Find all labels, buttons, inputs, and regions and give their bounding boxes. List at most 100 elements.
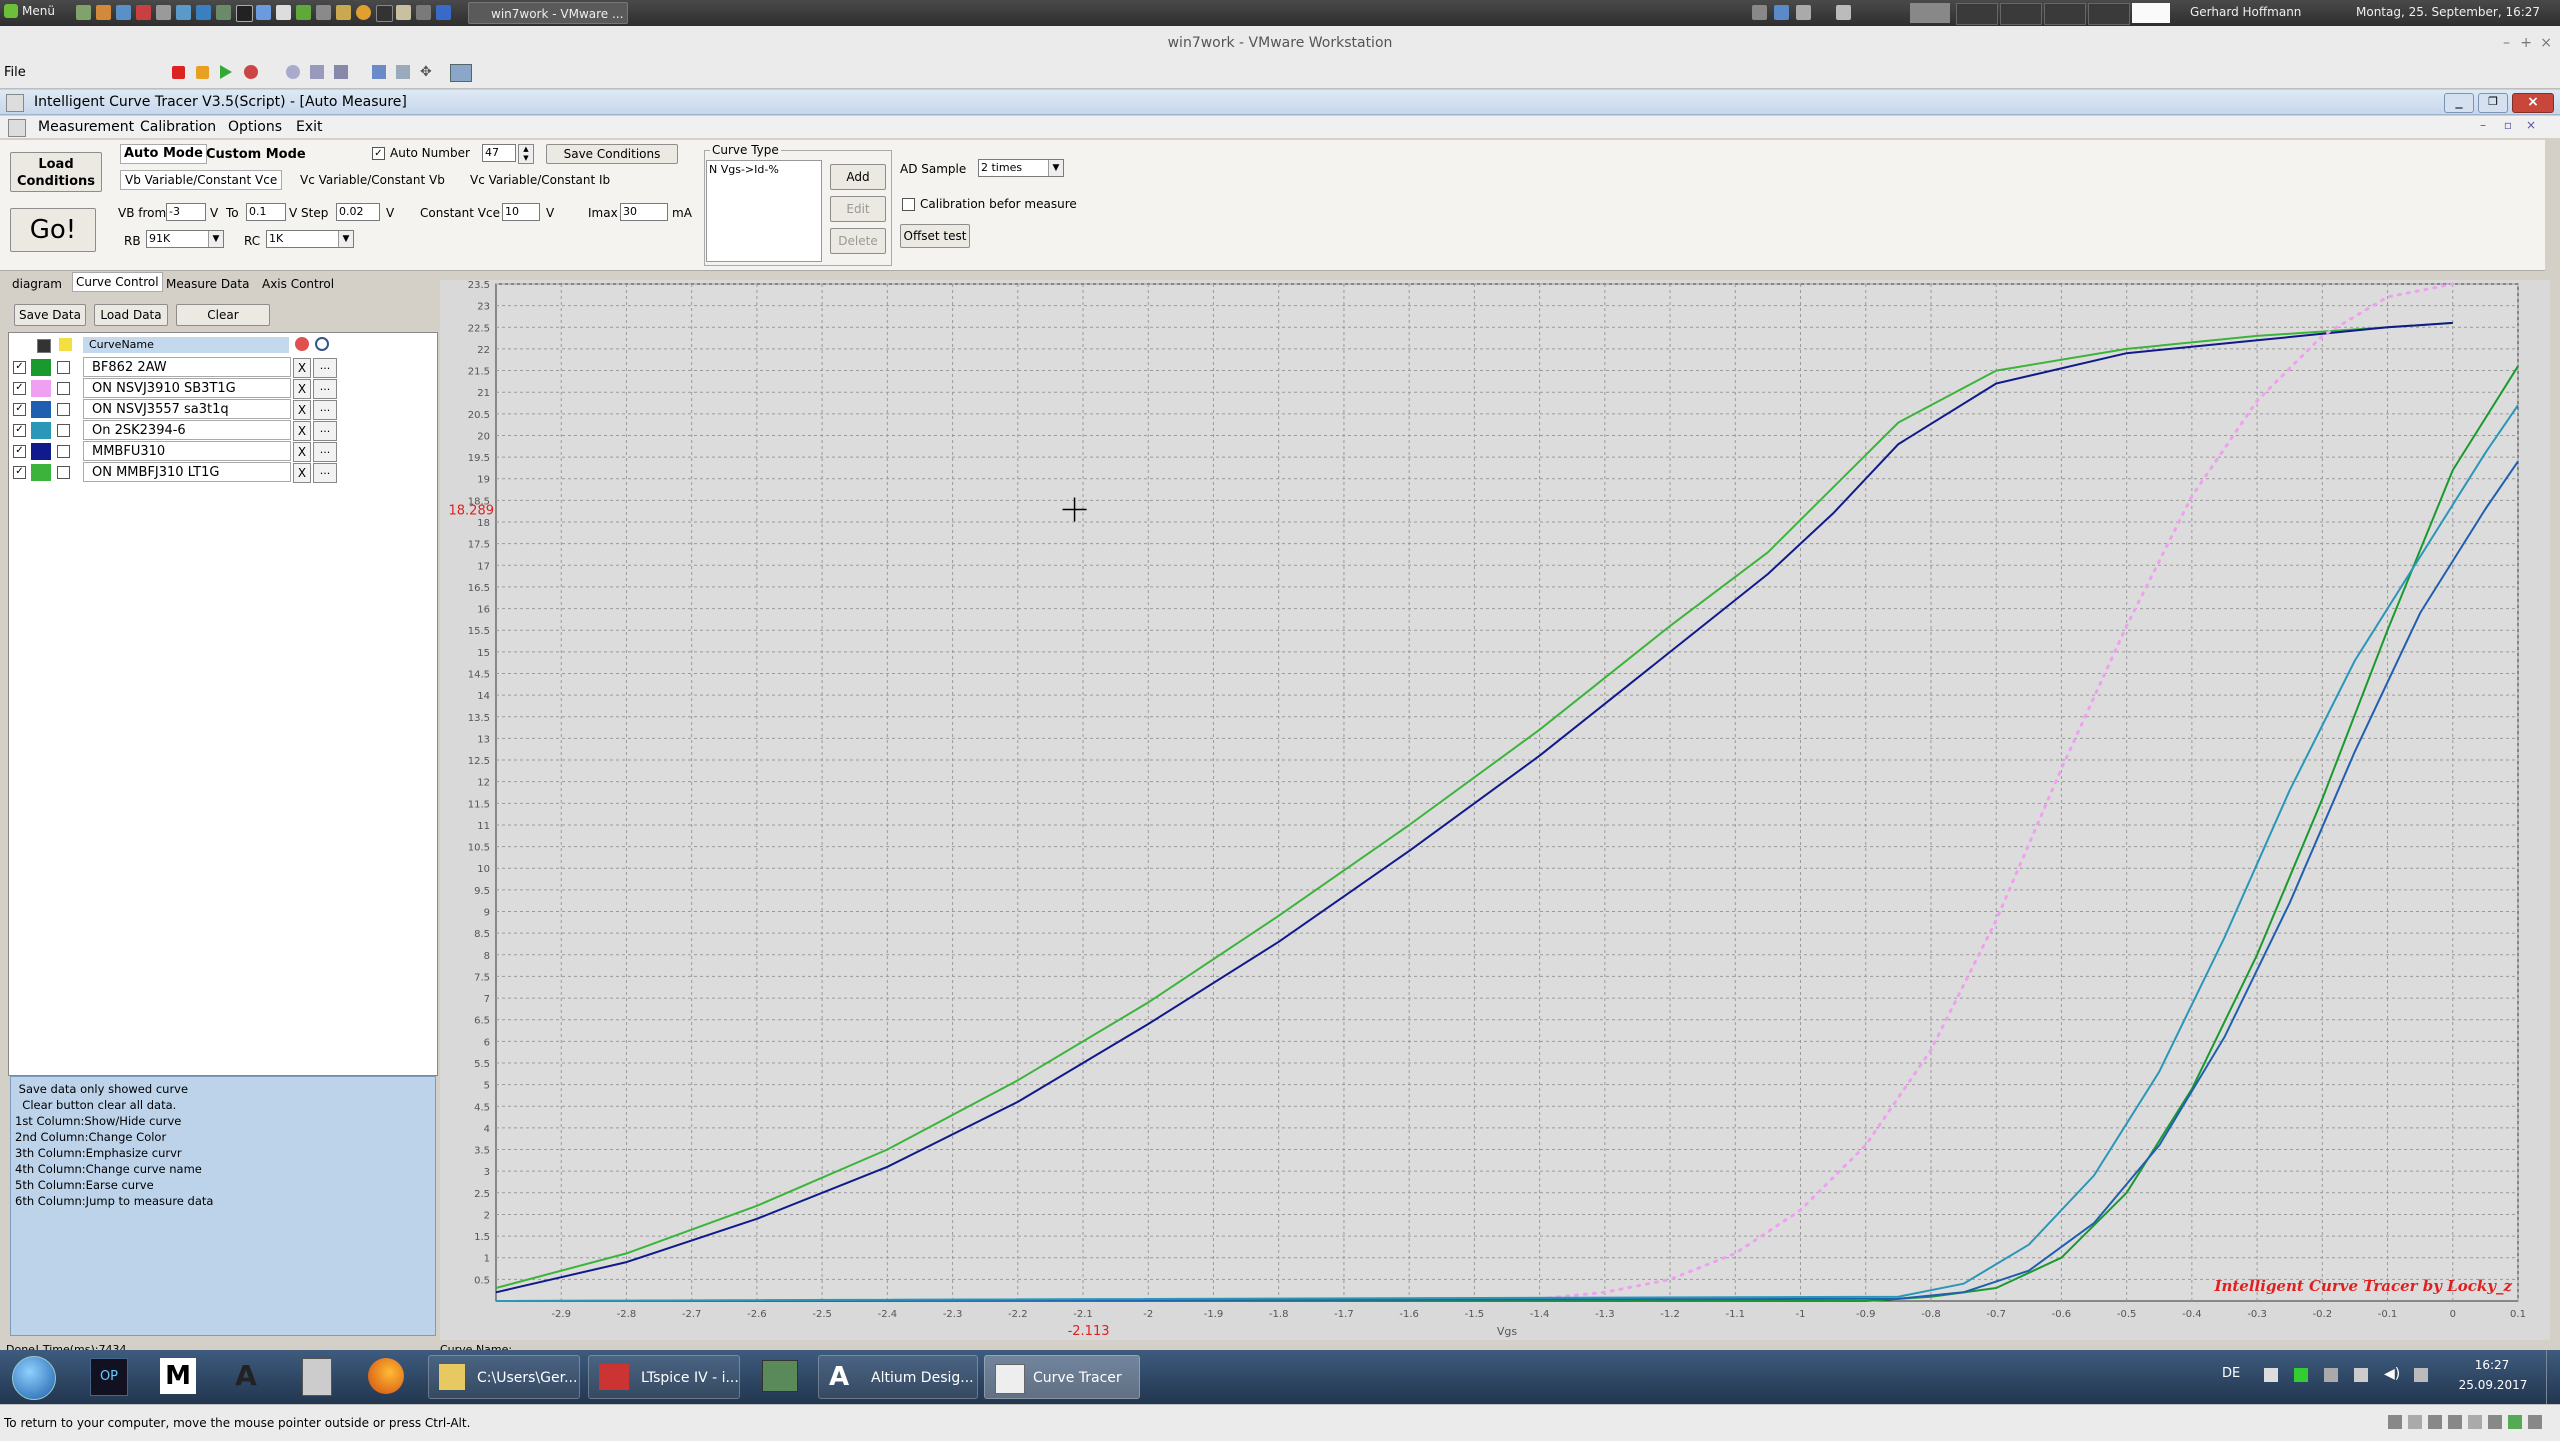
- device-icon[interactable]: [2508, 1415, 2522, 1429]
- suspend-icon[interactable]: [196, 66, 209, 79]
- curve-row[interactable]: ✓ BF862 2AW X...: [9, 357, 339, 378]
- tray-icon[interactable]: [2294, 1368, 2308, 1382]
- fullscreen-icon[interactable]: ✥: [420, 64, 432, 80]
- calibration-checkbox[interactable]: [902, 198, 915, 211]
- curve-chart[interactable]: -2.9 -2.8 -2.7 -2.6 -2.5 -2.4 -2.3 -2.2 -2.1 -2 -1…: [440, 280, 2550, 1340]
- device-icon[interactable]: [2388, 1415, 2402, 1429]
- device-icon[interactable]: [2408, 1415, 2422, 1429]
- erase-curve-button[interactable]: X: [293, 442, 311, 462]
- jump-to-data-button[interactable]: ...: [313, 379, 337, 399]
- close-icon[interactable]: ×: [2540, 26, 2552, 60]
- go-button[interactable]: Go!: [10, 208, 96, 252]
- network-icon[interactable]: [2354, 1368, 2368, 1382]
- tab-curve-control[interactable]: Curve Control: [72, 272, 163, 292]
- app-launcher-icon[interactable]: [176, 5, 191, 20]
- maximize-icon[interactable]: +: [2520, 26, 2532, 60]
- m-app-icon[interactable]: M: [160, 1358, 196, 1394]
- menu-measurement[interactable]: Measurement: [38, 116, 134, 138]
- show-desktop-button[interactable]: [2546, 1350, 2559, 1404]
- mdi-restore-icon[interactable]: ▫: [2504, 114, 2512, 136]
- app-launcher-icon[interactable]: [256, 5, 271, 20]
- app-launcher-icon[interactable]: [216, 5, 231, 20]
- tab-vc-variable-ib[interactable]: Vc Variable/Constant Ib: [470, 171, 610, 189]
- load-conditions-button[interactable]: Load Conditions: [10, 152, 102, 192]
- clock[interactable]: Montag, 25. September, 16:27: [2356, 5, 2540, 19]
- show-curve-checkbox[interactable]: ✓: [13, 403, 26, 416]
- curve-name[interactable]: BF862 2AW: [83, 357, 291, 377]
- app-launcher-icon[interactable]: [156, 5, 171, 20]
- play-icon[interactable]: [220, 65, 232, 79]
- tab-vc-variable-vb[interactable]: Vc Variable/Constant Vb: [300, 171, 445, 189]
- emphasize-checkbox[interactable]: [57, 424, 70, 437]
- jump-to-data-button[interactable]: ...: [313, 442, 337, 462]
- task-curve-tracer[interactable]: Curve Tracer: [984, 1355, 1140, 1399]
- workspace-1[interactable]: [1910, 3, 1950, 23]
- jump-to-data-button[interactable]: ...: [313, 358, 337, 378]
- app-launcher-icon[interactable]: [416, 5, 431, 20]
- device-icon[interactable]: [2448, 1415, 2462, 1429]
- app-launcher-icon[interactable]: [116, 5, 131, 20]
- app-launcher-icon[interactable]: [336, 5, 351, 20]
- erase-curve-button[interactable]: X: [293, 379, 311, 399]
- firefox-icon[interactable]: [368, 1358, 404, 1394]
- library-icon[interactable]: [372, 65, 386, 79]
- taskbar-time[interactable]: 16:27: [2462, 1358, 2522, 1372]
- workspace-4[interactable]: [2044, 3, 2086, 25]
- curve-row[interactable]: ✓ ON NSVJ3910 SB3T1G X...: [9, 378, 339, 399]
- vm-task-button[interactable]: win7work - VMware ...: [468, 2, 628, 24]
- auto-number-checkbox[interactable]: ✓: [372, 147, 385, 160]
- snapshot-manager-icon[interactable]: [334, 65, 348, 79]
- show-curve-checkbox[interactable]: ✓: [13, 361, 26, 374]
- flag-icon[interactable]: [2264, 1368, 2278, 1382]
- reset-icon[interactable]: [244, 65, 258, 79]
- menu-calibration[interactable]: Calibration: [140, 116, 216, 138]
- tray-icon[interactable]: [2414, 1368, 2428, 1382]
- clear-button[interactable]: Clear: [176, 304, 270, 326]
- auto-number-input[interactable]: 47: [482, 144, 516, 162]
- device-icon[interactable]: [2528, 1415, 2542, 1429]
- jump-to-data-button[interactable]: ...: [313, 400, 337, 420]
- step-input[interactable]: 0.02: [336, 203, 380, 221]
- curve-name[interactable]: ON MMBFJ310 LT1G: [83, 462, 291, 482]
- menu-options[interactable]: Options: [228, 116, 282, 138]
- bluetooth-icon[interactable]: [436, 5, 451, 20]
- device-icon[interactable]: [2468, 1415, 2482, 1429]
- show-curve-checkbox[interactable]: ✓: [13, 382, 26, 395]
- app-close-button[interactable]: ×: [2512, 93, 2554, 113]
- emphasize-checkbox[interactable]: [57, 466, 70, 479]
- jump-to-data-button[interactable]: ...: [313, 463, 337, 483]
- device-icon[interactable]: [2488, 1415, 2502, 1429]
- task-altium[interactable]: A Altium Desig...: [818, 1355, 978, 1399]
- rb-select[interactable]: 91K ▼: [146, 230, 224, 248]
- app-minimize-button[interactable]: _: [2444, 93, 2474, 113]
- emphasize-checkbox[interactable]: [57, 403, 70, 416]
- curve-type-item[interactable]: N Vgs->Id-%: [709, 163, 779, 176]
- curve-color-swatch[interactable]: [31, 464, 51, 481]
- start-button[interactable]: [12, 1356, 56, 1400]
- to-input[interactable]: 0.1: [246, 203, 286, 221]
- edit-button[interactable]: Edit: [830, 196, 886, 222]
- curve-name[interactable]: MMBFU310: [83, 441, 291, 461]
- app-launcher-icon[interactable]: [276, 5, 291, 20]
- vb-from-input[interactable]: -3: [166, 203, 206, 221]
- erase-curve-button[interactable]: X: [293, 463, 311, 483]
- tab-measure-data[interactable]: Measure Data: [166, 275, 249, 293]
- rc-select[interactable]: 1K ▼: [266, 230, 354, 248]
- terminal-icon[interactable]: [236, 5, 253, 22]
- menu-icon[interactable]: [4, 4, 18, 18]
- power-off-icon[interactable]: [172, 66, 185, 79]
- minimize-icon[interactable]: –: [2503, 26, 2510, 60]
- erase-curve-button[interactable]: X: [293, 421, 311, 441]
- curve-color-swatch[interactable]: [31, 401, 51, 418]
- app-launcher-icon[interactable]: [136, 5, 151, 20]
- device-icon[interactable]: [2428, 1415, 2442, 1429]
- curve-row[interactable]: ✓ ON MMBFJ310 LT1G X...: [9, 462, 339, 483]
- snapshot-icon[interactable]: [286, 65, 300, 79]
- altium-app-icon[interactable]: A: [228, 1358, 264, 1394]
- network-icon[interactable]: [1836, 5, 1851, 20]
- workspace-3[interactable]: [2000, 3, 2042, 25]
- save-data-button[interactable]: Save Data: [14, 304, 86, 326]
- app-launcher-icon[interactable]: [76, 5, 91, 20]
- show-curve-checkbox[interactable]: ✓: [13, 445, 26, 458]
- curve-color-swatch[interactable]: [31, 380, 51, 397]
